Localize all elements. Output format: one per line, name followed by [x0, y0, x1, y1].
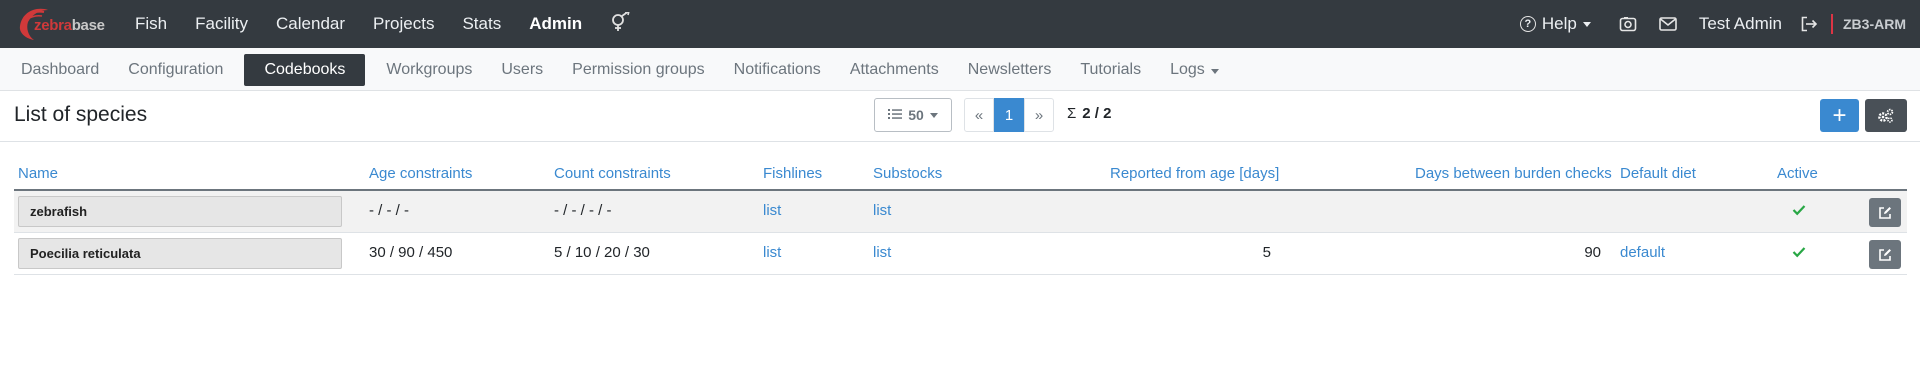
nav-stats[interactable]: Stats: [462, 14, 501, 34]
logs-label: Logs: [1170, 60, 1205, 78]
camera-icon[interactable]: [1619, 16, 1637, 32]
subnav-logs[interactable]: Logs: [1170, 61, 1219, 79]
per-page-dropdown[interactable]: 50: [874, 98, 952, 132]
sigma-icon: Σ: [1067, 105, 1077, 122]
substocks-link[interactable]: list: [873, 244, 891, 261]
user-name[interactable]: Test Admin: [1699, 14, 1782, 34]
question-circle-icon: ?: [1519, 16, 1536, 32]
logout-icon[interactable]: [1800, 16, 1819, 32]
settings-button[interactable]: [1865, 99, 1907, 132]
gender-icon[interactable]: [610, 9, 632, 36]
check-icon: [1792, 203, 1806, 220]
edit-icon: [1879, 206, 1891, 219]
nav-calendar[interactable]: Calendar: [276, 14, 345, 34]
reported-from-age-cell: 5: [1262, 244, 1271, 261]
gears-icon: [1878, 108, 1894, 123]
main-menu: Fish Facility Calendar Projects Stats Ad…: [135, 0, 632, 48]
top-navbar: zebrabase Fish Facility Calendar Project…: [0, 0, 1920, 48]
zebrabase-logo[interactable]: zebrabase: [14, 4, 116, 44]
admin-subnav: Dashboard Configuration Codebooks Workgr…: [0, 48, 1920, 91]
red-divider: [1831, 14, 1833, 34]
fishlines-link[interactable]: list: [763, 202, 781, 219]
list-header: List of species 50 « 1 » Σ 2 / 2 +: [0, 91, 1920, 142]
table-header: Name Age constraints Count constraints F…: [14, 158, 1907, 191]
per-page-value: 50: [908, 107, 924, 123]
edit-button[interactable]: [1869, 198, 1901, 227]
caret-down-icon: [929, 112, 938, 118]
burden-checks-cell: 90: [1584, 244, 1601, 261]
table-row: zebrafish - / - / - - / - / - / - list l…: [14, 191, 1907, 233]
col-count-constraints[interactable]: Count constraints: [554, 165, 671, 182]
age-constraints-cell: 30 / 90 / 450: [369, 244, 453, 261]
subnav-permission-groups[interactable]: Permission groups: [572, 61, 705, 79]
pagination-prev[interactable]: «: [964, 98, 994, 132]
count-constraints-cell: - / - / - / -: [554, 202, 612, 219]
subnav-notifications[interactable]: Notifications: [734, 61, 821, 79]
col-fishlines[interactable]: Fishlines: [763, 165, 822, 182]
page-title: List of species: [14, 103, 148, 126]
add-species-button[interactable]: +: [1820, 99, 1859, 132]
subnav-dashboard[interactable]: Dashboard: [21, 61, 99, 79]
subnav-users[interactable]: Users: [501, 61, 543, 79]
subnav-tutorials[interactable]: Tutorials: [1080, 61, 1141, 79]
col-days-between-burden-checks[interactable]: Days between burden checks: [1415, 165, 1612, 182]
col-age-constraints[interactable]: Age constraints: [369, 165, 472, 182]
pagination: « 1 »: [964, 98, 1054, 132]
caret-down-icon: [1582, 21, 1591, 27]
nav-fish[interactable]: Fish: [135, 14, 167, 34]
caret-down-icon: [1210, 68, 1219, 74]
pagination-page-1[interactable]: 1: [994, 98, 1024, 132]
col-name[interactable]: Name: [18, 165, 58, 182]
list-icon: [888, 107, 903, 123]
record-count-value: 2 / 2: [1082, 105, 1112, 122]
species-name-field[interactable]: Poecilia reticulata: [18, 238, 342, 269]
nav-facility[interactable]: Facility: [195, 14, 248, 34]
subnav-attachments[interactable]: Attachments: [850, 61, 939, 79]
user-menu: ? Help Test Admin ZB3-ARM: [1519, 0, 1906, 48]
default-diet-link[interactable]: default: [1620, 244, 1665, 261]
col-reported-from-age[interactable]: Reported from age [days]: [1110, 165, 1279, 182]
logo-wordmark: zebrabase: [34, 17, 105, 34]
envelope-icon[interactable]: [1659, 17, 1677, 31]
substocks-link[interactable]: list: [873, 202, 891, 219]
table-row: Poecilia reticulata 30 / 90 / 450 5 / 10…: [14, 233, 1907, 275]
help-label: Help: [1541, 14, 1577, 33]
col-substocks[interactable]: Substocks: [873, 165, 942, 182]
col-active[interactable]: Active: [1777, 165, 1818, 182]
subnav-workgroups[interactable]: Workgroups: [386, 61, 472, 79]
check-icon: [1792, 245, 1806, 262]
fishlines-link[interactable]: list: [763, 244, 781, 261]
species-name-field[interactable]: zebrafish: [18, 196, 342, 227]
record-count: Σ 2 / 2: [1067, 105, 1111, 122]
col-default-diet[interactable]: Default diet: [1620, 165, 1696, 182]
subnav-newsletters[interactable]: Newsletters: [968, 61, 1052, 79]
subnav-codebooks[interactable]: Codebooks: [244, 53, 366, 86]
count-constraints-cell: 5 / 10 / 20 / 30: [554, 244, 650, 261]
age-constraints-cell: - / - / -: [369, 202, 409, 219]
edit-button[interactable]: [1869, 240, 1901, 269]
nav-projects[interactable]: Projects: [373, 14, 434, 34]
subnav-configuration[interactable]: Configuration: [128, 61, 223, 79]
nav-admin[interactable]: Admin: [529, 14, 582, 34]
help-dropdown[interactable]: ? Help: [1519, 14, 1591, 34]
pagination-next[interactable]: »: [1024, 98, 1054, 132]
edit-icon: [1879, 248, 1891, 261]
species-table: Name Age constraints Count constraints F…: [14, 158, 1907, 275]
organization-code[interactable]: ZB3-ARM: [1843, 16, 1906, 32]
